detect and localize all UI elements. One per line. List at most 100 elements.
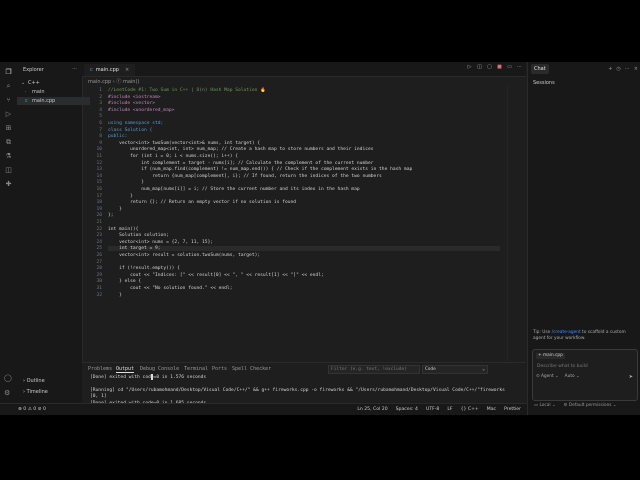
send-icon[interactable]: ➤ — [629, 374, 633, 380]
context-chip[interactable]: + main.cpp — [536, 353, 565, 359]
code-line[interactable]: #include <vector> — [108, 101, 155, 106]
code-line[interactable]: vector<int> twoSum(vector<int>& nums, in… — [108, 141, 260, 146]
tab-chat[interactable]: Chat — [531, 64, 549, 74]
agent-mode-select[interactable]: ⊙ Agent ⌄ — [536, 374, 559, 379]
extensions-icon[interactable]: ⊞ — [4, 124, 13, 133]
code-line[interactable]: class Solution { — [108, 128, 152, 133]
chevron-down-icon: ⌄ — [482, 367, 485, 372]
code-line[interactable]: using namespace std; — [108, 121, 163, 126]
filter-input[interactable]: Filter (e.g. text, !exclude) — [328, 365, 420, 374]
history-icon[interactable]: ◷ — [616, 66, 620, 72]
more-actions-icon[interactable]: ⋯ — [625, 66, 630, 72]
status-item[interactable]: Ln 25, Col 20 — [357, 407, 387, 412]
add-icon[interactable]: + — [608, 66, 612, 72]
permissions-select[interactable]: ⚙ Default permissions ⌄ — [564, 403, 617, 408]
source-control-icon[interactable]: ⑂ — [4, 96, 13, 105]
code-line[interactable]: #include <unordered_map> — [108, 108, 174, 113]
explorer-icon[interactable]: ❐ — [4, 68, 13, 77]
code-line[interactable]: unordered_map<int, int> num_map; // Crea… — [108, 147, 373, 152]
close-icon[interactable]: × — [125, 64, 129, 76]
split-editor-icon[interactable]: ◫ — [477, 65, 482, 70]
code-line[interactable]: #include <iostream> — [108, 95, 161, 100]
code-line[interactable]: num_map[nums[i]] = i; // Store the curre… — [108, 187, 360, 192]
line-number: 25 — [96, 246, 102, 252]
code-line[interactable]: }; — [108, 213, 114, 218]
minimap[interactable] — [507, 86, 526, 361]
tab-ports[interactable]: Ports — [212, 366, 227, 372]
code-line[interactable]: if (!result.empty()) { — [108, 266, 180, 271]
status-item[interactable]: Prettier — [504, 407, 521, 412]
tab-debug-console[interactable]: Debug Console — [140, 366, 179, 372]
code-line[interactable]: cout << "Indices: [" << result[0] << ", … — [108, 273, 324, 278]
close-icon[interactable]: × — [634, 66, 638, 72]
run-icon[interactable]: ▷ — [467, 65, 472, 70]
tree-item-main-cpp[interactable]: c main.cpp — [17, 97, 90, 105]
code-line[interactable]: if (num_map.find(complement) != num_map.… — [108, 167, 412, 172]
breadcrumb[interactable]: main.cpp › ⓕ main() — [88, 78, 139, 85]
code-editor[interactable]: 1 //LeetCode #1: Two Sum in C++ | O(n) Ha… — [82, 86, 526, 361]
tree-item-main[interactable]: · main — [17, 88, 90, 96]
code-line[interactable]: int target = 9; — [108, 246, 500, 252]
tab-problems[interactable]: Problems — [88, 366, 112, 372]
problems-status[interactable]: ⊗ 0 ⚠ 0 ⊘ 0 — [18, 407, 46, 412]
line-number: 5 — [99, 114, 102, 120]
code-line[interactable]: } — [108, 293, 122, 298]
chat-input-box[interactable]: + main.cpp Describe what to build ⊙ Agen… — [532, 349, 638, 401]
docker-icon[interactable]: ◫ — [4, 166, 13, 175]
line-number: 8 — [99, 134, 102, 140]
status-item[interactable]: Spaces: 4 — [396, 407, 418, 412]
gear-icon[interactable]: ⚙ — [4, 389, 10, 397]
code-line[interactable]: return {}; // Return an empty vector if … — [108, 200, 296, 205]
code-line[interactable]: vector<int> result = solution.twoSum(num… — [108, 253, 260, 258]
local-select[interactable]: ▭ Local ⌄ — [534, 403, 556, 408]
code-line[interactable]: } — [108, 207, 122, 212]
line-number: 18 — [96, 200, 102, 206]
code-line[interactable]: } — [108, 180, 144, 185]
code-line[interactable]: int main(){ — [108, 227, 138, 232]
testing-icon[interactable]: ⚗ — [4, 152, 13, 161]
status-item[interactable]: LF — [447, 407, 452, 412]
status-item[interactable]: {} C++ — [461, 407, 479, 412]
activity-bar: ❐ ⌕ ⑂ ▷ ⊞ ⧉ ⚗ ◫ ✚ ◯ ⚙ — [0, 62, 18, 415]
layout-icon[interactable]: ▢ — [487, 65, 492, 70]
tab-main-cpp[interactable]: c main.cpp × — [84, 64, 136, 76]
folder-cpp[interactable]: ⌄ C++ — [17, 79, 86, 87]
create-agent-link[interactable]: /create-agent — [552, 330, 581, 335]
vscode-window: ❐ ⌕ ⑂ ▷ ⊞ ⧉ ⚗ ◫ ✚ ◯ ⚙ Explorer ··· ⌄ C++ … — [0, 62, 640, 415]
stop-icon[interactable]: ■ — [497, 65, 502, 70]
code-line[interactable]: cout << "No solution found." << endl; — [108, 286, 232, 291]
chat-input[interactable]: Describe what to build — [537, 364, 588, 369]
chat-footer: ▭ Local ⌄ ⚙ Default permissions ⌄ — [534, 403, 617, 408]
remote-icon[interactable]: ⧉ — [4, 138, 13, 147]
tab-output[interactable]: Output — [116, 366, 135, 373]
account-icon[interactable]: ◯ — [4, 374, 12, 382]
code-line[interactable]: for (int i = 0; i < nums.size(); i++) { — [108, 154, 238, 159]
tab-terminal[interactable]: Terminal — [184, 366, 208, 372]
more-actions-icon[interactable]: ··· — [72, 66, 77, 72]
run-debug-icon[interactable]: ▷ — [4, 110, 13, 119]
extension-puzzle-icon[interactable]: ✚ — [4, 180, 13, 189]
output-line: [Done] exited with code=0 in 1.576 secon… — [90, 375, 207, 380]
more-actions-icon[interactable]: ⋯ — [517, 65, 522, 70]
status-item[interactable]: Mac — [487, 407, 496, 412]
toggle-panel-icon[interactable]: ▭ — [507, 65, 512, 70]
code-line[interactable]: int complement = target - nums[i]; // Ca… — [108, 161, 373, 166]
code-line[interactable]: public: — [108, 134, 127, 139]
status-item[interactable]: UTF-8 — [426, 407, 439, 412]
code-line[interactable]: } else { — [108, 279, 141, 284]
line-number: 15 — [96, 180, 102, 186]
tab-spell-checker[interactable]: Spell Checker — [232, 366, 271, 372]
code-line[interactable]: } — [108, 194, 133, 199]
code-line[interactable]: //LeetCode #1: Two Sum in C++ | O(n) Has… — [108, 88, 266, 93]
timeline-section[interactable]: › Timeline — [23, 389, 48, 395]
output-channel-select[interactable]: Code ⌄ — [422, 365, 488, 374]
file-icon: · — [25, 89, 27, 95]
line-number: 3 — [99, 101, 102, 107]
outline-section[interactable]: › Outline — [23, 378, 45, 384]
code-line[interactable]: return {num_map[complement], i}; // If f… — [108, 174, 382, 179]
code-line[interactable]: Solution solution; — [108, 233, 169, 238]
model-select[interactable]: Auto ⌄ — [565, 374, 580, 379]
search-icon[interactable]: ⌕ — [4, 82, 13, 91]
code-line[interactable]: vector<int> nums = {2, 7, 11, 15}; — [108, 240, 213, 245]
line-number: 4 — [99, 107, 102, 113]
